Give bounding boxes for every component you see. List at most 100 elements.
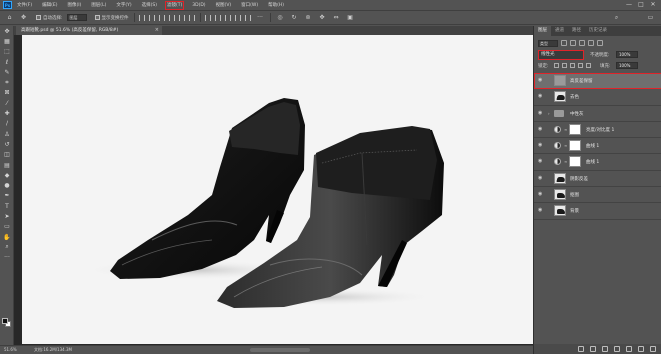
menu-item[interactable]: 文件(F) — [16, 2, 33, 9]
layer-name[interactable]: 抠图 — [570, 192, 579, 198]
menu-item[interactable]: 视图(V) — [215, 2, 233, 9]
menu-item[interactable]: 图层(L) — [90, 2, 107, 9]
marquee-icon[interactable]: ⬚ — [0, 47, 14, 57]
layer-name[interactable]: 曲线 1 — [586, 143, 599, 149]
lock-image-icon[interactable] — [562, 63, 567, 68]
distribute-top-icon[interactable] — [204, 14, 211, 21]
artboard-icon[interactable]: ▦ — [0, 36, 14, 46]
horizontal-scrollbar[interactable] — [250, 348, 310, 352]
lock-all-icon[interactable] — [586, 63, 591, 68]
align-hcenter-icon[interactable] — [148, 14, 155, 21]
document-canvas[interactable] — [22, 35, 541, 344]
filter-type-icon[interactable] — [579, 40, 585, 46]
lock-position-icon[interactable] — [570, 63, 575, 68]
panel-tab[interactable]: 图层 — [534, 26, 551, 36]
quick-select-icon[interactable]: ✎ — [0, 67, 14, 77]
distribute-bottom-icon[interactable] — [224, 14, 231, 21]
distribute-vcenter-icon[interactable] — [214, 14, 221, 21]
visibility-eye-icon[interactable]: ◉ — [538, 126, 545, 132]
layer-thumbnail[interactable] — [554, 172, 566, 184]
layer-mask-thumbnail[interactable] — [569, 140, 581, 152]
lock-artboard-icon[interactable] — [578, 63, 583, 68]
layer-name[interactable]: 亮度/对比度 1 — [586, 127, 614, 133]
layer-row[interactable]: ◉ ∞ 曲线 1 — [534, 138, 661, 155]
menu-item[interactable]: 帮助(H) — [267, 2, 285, 9]
link-icon[interactable]: ∞ — [564, 127, 567, 132]
menu-item[interactable]: 选择(S) — [141, 2, 158, 9]
filter-pixel-icon[interactable] — [561, 40, 567, 46]
more-icon[interactable]: ··· — [0, 253, 14, 263]
more-options-icon[interactable]: ··· — [256, 13, 265, 22]
document-tab[interactable]: 高跟短靴.psd @ 51.6% (高反差保留, RGB/8#) × — [16, 26, 162, 35]
align-bottom-icon[interactable] — [188, 14, 195, 21]
auto-select-dropdown[interactable]: 图层 — [66, 14, 87, 21]
type-icon[interactable]: T — [0, 201, 14, 211]
visibility-eye-icon[interactable]: ◉ — [538, 208, 545, 213]
visibility-eye-icon[interactable]: ◉ — [538, 159, 545, 164]
layer-thumbnail[interactable] — [554, 205, 566, 217]
rectangle-icon[interactable]: ▭ — [0, 222, 14, 232]
healing-icon[interactable]: ✚ — [0, 108, 14, 118]
lock-transparent-icon[interactable] — [554, 63, 559, 68]
close-tab-icon[interactable]: × — [155, 26, 159, 35]
layer-name[interactable]: 背景 — [570, 208, 579, 214]
foreground-color-swatch[interactable] — [2, 318, 8, 324]
delete-layer-icon[interactable] — [650, 346, 656, 352]
visibility-eye-icon[interactable]: ◉ — [538, 192, 545, 197]
history-brush-icon[interactable]: ↺ — [0, 139, 14, 149]
workspace-icon[interactable]: ▭ — [646, 13, 655, 22]
move-icon[interactable]: ✥ — [0, 26, 14, 36]
blur-icon[interactable]: ◆ — [0, 170, 14, 180]
search-icon[interactable]: ⌕ — [612, 13, 621, 22]
link-icon[interactable]: ∞ — [564, 159, 567, 164]
show-transform-checkbox[interactable] — [94, 15, 100, 20]
3d-slide-icon[interactable]: ⇔ — [332, 13, 341, 22]
3d-pan-icon[interactable]: ✥ — [318, 13, 327, 22]
menu-item[interactable]: 编辑(E) — [41, 2, 58, 9]
frame-icon[interactable]: ⊠ — [0, 88, 14, 98]
menu-item[interactable]: 窗口(W) — [240, 2, 259, 9]
align-vcenter-icon[interactable] — [178, 14, 185, 21]
visibility-eye-icon[interactable]: ◉ — [538, 78, 545, 83]
visibility-eye-icon[interactable]: ◉ — [538, 143, 545, 148]
layer-name[interactable]: 中性灰 — [570, 111, 584, 117]
3d-mode-icon[interactable]: ◎ — [276, 13, 285, 22]
layer-row[interactable]: ◉ › 中性灰 — [534, 106, 661, 122]
align-left-icon[interactable] — [138, 14, 145, 21]
filter-kind-dropdown[interactable]: 类型 — [538, 39, 558, 47]
eyedropper-icon[interactable]: ⁄ — [0, 98, 14, 108]
layer-thumbnail[interactable] — [554, 91, 566, 103]
panel-tab[interactable]: 路径 — [568, 26, 585, 36]
hand-icon[interactable]: ✋ — [0, 232, 14, 242]
dodge-icon[interactable]: ● — [0, 180, 14, 190]
menu-item[interactable]: 3D(D) — [191, 2, 206, 9]
menu-item[interactable]: 滤镜(T) — [164, 0, 185, 10]
blend-mode-dropdown[interactable]: 线性光 — [538, 50, 584, 60]
align-top-icon[interactable] — [168, 14, 175, 21]
3d-rotate-icon[interactable]: ↻ — [290, 13, 299, 22]
layer-row[interactable]: ◉ 去色 — [534, 89, 661, 106]
gradient-icon[interactable]: ▤ — [0, 160, 14, 170]
distribute-left-icon[interactable] — [234, 14, 241, 21]
new-group-icon[interactable] — [626, 346, 632, 352]
filter-adjustment-icon[interactable] — [570, 40, 576, 46]
layer-thumbnail[interactable] — [554, 75, 566, 86]
layer-row[interactable]: ◉ 背景 — [534, 203, 661, 220]
home-icon[interactable]: ⌂ — [5, 13, 14, 22]
panel-tab[interactable]: 历史记录 — [585, 26, 611, 36]
new-adjustment-icon[interactable] — [614, 346, 620, 352]
layer-row[interactable]: ◉ 高反差保留 — [534, 73, 661, 90]
link-layers-icon[interactable] — [578, 346, 584, 352]
zoom-icon[interactable]: ⌕ — [0, 242, 14, 252]
layer-mask-thumbnail[interactable] — [569, 156, 581, 168]
layer-name[interactable]: 阴影反差 — [570, 176, 588, 182]
align-right-icon[interactable] — [158, 14, 165, 21]
brush-icon[interactable]: ∕ — [0, 119, 14, 129]
3d-scale-icon[interactable]: ▣ — [346, 13, 355, 22]
layer-thumbnail[interactable] — [554, 189, 566, 201]
path-select-icon[interactable]: ➤ — [0, 211, 14, 221]
menu-item[interactable]: 图像(I) — [66, 2, 82, 9]
move-tool-icon[interactable]: ✥ — [19, 13, 28, 22]
distribute-hcenter-icon[interactable] — [244, 14, 251, 21]
layer-name[interactable]: 去色 — [570, 94, 579, 100]
